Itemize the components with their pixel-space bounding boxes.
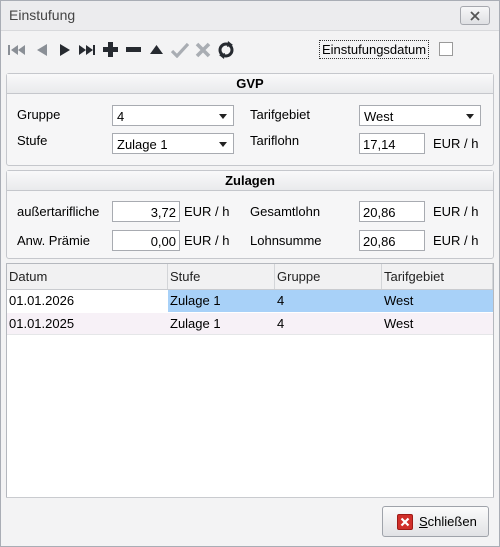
chevron-down-icon <box>466 114 474 119</box>
tarifgebiet-select[interactable]: West <box>359 105 481 126</box>
gruppe-select[interactable]: 4 <box>112 105 234 126</box>
navigation-toolbar: Einstufungsdatum <box>6 36 494 66</box>
column-header-tarifgebiet[interactable]: Tarifgebiet <box>382 264 493 289</box>
next-record-button[interactable] <box>54 39 75 60</box>
einstufung-window: Einstufung Einstufungsdatum GVP Gruppe 4… <box>0 0 500 547</box>
tarifgebiet-value: West <box>364 109 394 124</box>
window-close-button[interactable] <box>460 6 490 25</box>
table-row[interactable]: 01.01.2025 Zulage 1 4 West <box>7 313 493 335</box>
stufe-select[interactable]: Zulage 1 <box>112 133 234 154</box>
chevron-down-icon <box>219 142 227 147</box>
next-icon <box>59 43 70 56</box>
cell-datum: 01.01.2025 <box>9 316 75 331</box>
stufe-value: Zulage 1 <box>117 137 168 152</box>
title-bar: Einstufung <box>1 1 499 31</box>
aussertarifliche-field[interactable]: 3,72 <box>112 201 180 222</box>
tariflohn-label: Tariflohn <box>250 133 300 148</box>
einstufungsdatum-label[interactable]: Einstufungsdatum <box>319 40 430 59</box>
schliessen-label: Schließen <box>419 514 477 529</box>
refresh-button[interactable] <box>215 39 236 60</box>
last-record-button[interactable] <box>77 39 98 60</box>
delete-record-button[interactable] <box>123 39 144 60</box>
remove-icon <box>126 47 141 52</box>
refresh-icon <box>218 40 233 59</box>
lohnsumme-unit: EUR / h <box>433 233 479 248</box>
column-header-gruppe[interactable]: Gruppe <box>275 264 382 289</box>
cell-tarifgebiet: West <box>382 290 493 312</box>
aussertarifliche-label: außertarifliche <box>17 204 100 219</box>
confirm-button[interactable] <box>169 39 190 60</box>
add-icon <box>103 42 118 57</box>
column-header-datum[interactable]: Datum <box>7 264 168 289</box>
prev-icon <box>36 43 47 56</box>
zulagen-header: Zulagen <box>7 171 493 191</box>
up-icon <box>150 45 163 54</box>
cell-stufe: Zulage 1 <box>168 290 275 312</box>
stufe-label: Stufe <box>17 133 48 148</box>
table-header: Datum Stufe Gruppe Tarifgebiet <box>7 264 493 290</box>
cancel-icon <box>195 42 210 57</box>
tariflohn-unit: EUR / h <box>433 136 479 151</box>
cell-stufe: Zulage 1 <box>170 316 221 331</box>
gruppe-value: 4 <box>117 109 125 124</box>
chevron-down-icon <box>219 114 227 119</box>
close-icon <box>470 10 480 21</box>
einstufungsdatum-checkbox[interactable] <box>439 42 453 56</box>
gvp-group: GVP Gruppe 4 Stufe Zulage 1 Tarifgebiet … <box>6 73 494 166</box>
cell-datum: 01.01.2026 <box>7 290 168 312</box>
first-icon <box>8 44 25 55</box>
tariflohn-field[interactable]: 17,14 <box>359 133 425 154</box>
lohnsumme-label: Lohnsumme <box>250 233 322 248</box>
anw-praemie-label: Anw. Prämie <box>17 233 90 248</box>
gesamtlohn-field[interactable]: 20,86 <box>359 201 425 222</box>
column-header-stufe[interactable]: Stufe <box>168 264 275 289</box>
aussertarifliche-unit: EUR / h <box>184 204 230 219</box>
footer-divider <box>6 497 494 498</box>
gesamtlohn-unit: EUR / h <box>433 204 479 219</box>
lohnsumme-field[interactable]: 20,86 <box>359 230 425 251</box>
edit-record-button[interactable] <box>146 39 167 60</box>
anw-praemie-unit: EUR / h <box>184 233 230 248</box>
table-row[interactable]: 01.01.2026 Zulage 1 4 West <box>7 290 493 312</box>
cell-tarifgebiet: West <box>384 316 414 331</box>
gruppe-label: Gruppe <box>17 107 61 122</box>
confirm-icon <box>170 42 189 58</box>
add-record-button[interactable] <box>100 39 121 60</box>
zulagen-group: Zulagen außertarifliche 3,72 EUR / h Anw… <box>6 170 494 259</box>
previous-record-button[interactable] <box>31 39 52 60</box>
einstufung-table: Datum Stufe Gruppe Tarifgebiet 01.01.202… <box>6 263 494 498</box>
cell-gruppe: 4 <box>275 290 382 312</box>
gvp-header: GVP <box>7 74 493 94</box>
tarifgebiet-label: Tarifgebiet <box>250 107 310 122</box>
close-icon <box>397 513 413 530</box>
cancel-button[interactable] <box>192 39 213 60</box>
schliessen-button[interactable]: Schließen <box>382 506 489 537</box>
window-title: Einstufung <box>9 7 76 23</box>
first-record-button[interactable] <box>6 39 27 60</box>
anw-praemie-field[interactable]: 0,00 <box>112 230 180 251</box>
last-icon <box>79 44 95 55</box>
gesamtlohn-label: Gesamtlohn <box>250 204 321 219</box>
cell-gruppe: 4 <box>277 316 285 331</box>
